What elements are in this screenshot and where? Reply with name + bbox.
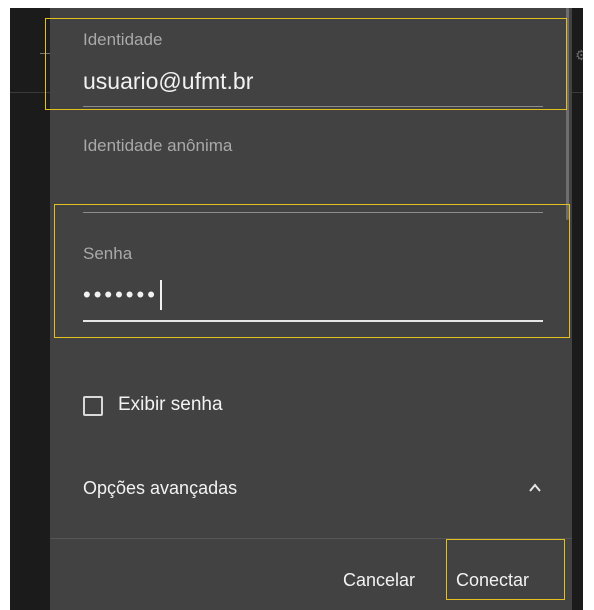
show-password-checkbox[interactable] [83, 396, 103, 416]
cancel-button[interactable]: Cancelar [343, 570, 415, 591]
anonymous-identity-label: Identidade anônima [83, 136, 233, 155]
show-password-label[interactable]: Exibir senha [118, 394, 223, 416]
identity-highlight-box [45, 18, 567, 110]
chevron-up-icon[interactable] [528, 481, 542, 495]
password-highlight-box [54, 204, 570, 338]
advanced-options-label[interactable]: Opções avançadas [83, 478, 237, 499]
connect-highlight-box [446, 539, 565, 600]
background-settings-icon: ⚙ [575, 48, 583, 64]
